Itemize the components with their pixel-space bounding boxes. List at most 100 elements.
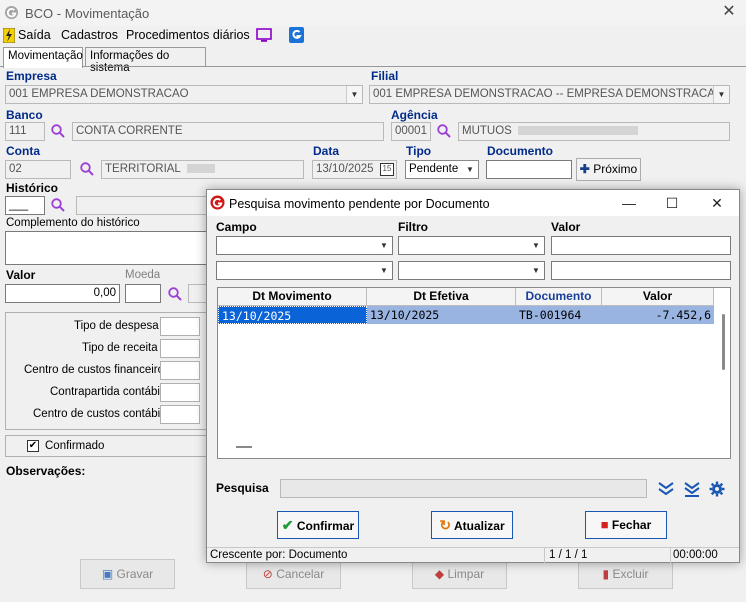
data-value: 13/10/2025 bbox=[316, 163, 374, 175]
menu-saida[interactable]: Saída bbox=[18, 28, 51, 42]
status-sort: Crescente por: Documento bbox=[207, 547, 545, 563]
search-icon[interactable] bbox=[51, 124, 65, 138]
filial-select[interactable]: 001 EMPRESA DEMONSTRACAO -- EMPRESA DEMO… bbox=[369, 85, 730, 104]
filial-label: Filial bbox=[371, 69, 399, 83]
centro-contabil-label: Centro de custos contábil bbox=[33, 408, 163, 420]
conta-code-input[interactable]: 02 bbox=[5, 160, 71, 179]
monitor-icon[interactable] bbox=[256, 28, 272, 43]
centro-contabil-input[interactable] bbox=[160, 405, 200, 424]
tipo-despesa-label: Tipo de despesa bbox=[74, 320, 159, 332]
g-logo-icon[interactable] bbox=[289, 27, 304, 43]
gravar-button[interactable]: ▣ Gravar bbox=[80, 559, 175, 589]
atualizar-button[interactable]: ↻ Atualizar bbox=[431, 511, 513, 539]
valor-input-2[interactable] bbox=[551, 261, 731, 280]
search-icon[interactable] bbox=[80, 162, 94, 176]
documento-input[interactable] bbox=[486, 160, 572, 179]
confirmado-label: Confirmado bbox=[45, 440, 105, 452]
search-icon[interactable] bbox=[437, 124, 451, 138]
complemento-label: Complemento do histórico bbox=[6, 217, 140, 229]
banco-name-field: CONTA CORRENTE bbox=[72, 122, 384, 141]
valor-input-1[interactable] bbox=[551, 236, 731, 255]
centro-financeiro-input[interactable] bbox=[160, 361, 200, 380]
excluir-button[interactable]: ▮ Excluir bbox=[578, 559, 673, 589]
chevron-down-icon[interactable]: ▼ bbox=[346, 86, 362, 103]
tab-informacoes-sistema[interactable]: Informações do sistema bbox=[85, 47, 206, 74]
confirmado-checkbox[interactable]: ✔ bbox=[27, 440, 39, 452]
tipo-value: Pendente bbox=[409, 163, 459, 175]
redacted-text bbox=[517, 126, 638, 136]
banco-code-input[interactable]: 111 bbox=[5, 122, 45, 141]
conta-label: Conta bbox=[6, 144, 40, 158]
contrapartida-label: Contrapartida contábil bbox=[50, 386, 163, 398]
dialog-title: Pesquisa movimento pendente por Document… bbox=[229, 197, 490, 211]
column-header-dt-efetiva[interactable]: Dt Efetiva bbox=[367, 288, 516, 306]
confirmar-button[interactable]: ✔ Confirmar bbox=[277, 511, 359, 539]
complemento-textarea[interactable] bbox=[5, 231, 215, 265]
contrapartida-input[interactable] bbox=[160, 383, 200, 402]
tipo-receita-label: Tipo de receita bbox=[82, 342, 158, 354]
cell-valor[interactable]: -7.452,6 bbox=[602, 306, 714, 324]
menubar: Saída Cadastros Procedimentos diários bbox=[0, 26, 746, 46]
tipo-receita-input[interactable] bbox=[160, 339, 200, 358]
pesquisa-input[interactable] bbox=[280, 479, 647, 498]
menu-cadastros[interactable]: Cadastros bbox=[61, 28, 118, 42]
cell-dt-movimento[interactable]: 13/10/2025 bbox=[218, 306, 367, 324]
campo-select-2[interactable]: ▼ bbox=[216, 261, 393, 280]
confirmar-label: Confirmar bbox=[296, 519, 355, 533]
empresa-select[interactable]: 001 EMPRESA DEMONSTRACAO ▼ bbox=[5, 85, 363, 104]
window-title: BCO - Movimentação bbox=[25, 6, 150, 21]
chevron-down-icon[interactable]: ▼ bbox=[528, 237, 544, 254]
campo-select-1[interactable]: ▼ bbox=[216, 236, 393, 255]
observacoes-label: Observações: bbox=[6, 464, 86, 478]
data-label: Data bbox=[313, 144, 340, 158]
gear-icon[interactable] bbox=[709, 481, 725, 497]
valor-input[interactable]: 0,00 bbox=[5, 284, 120, 303]
chevron-down-icon[interactable]: ▼ bbox=[376, 237, 392, 254]
horizontal-scrollbar-thumb[interactable] bbox=[236, 446, 252, 448]
search-icon[interactable] bbox=[168, 287, 182, 301]
cell-documento[interactable]: TB-001964 bbox=[516, 306, 602, 324]
gravar-label: Gravar bbox=[116, 567, 154, 581]
moeda-input[interactable] bbox=[125, 284, 161, 303]
column-header-documento[interactable]: Documento bbox=[516, 288, 602, 306]
menu-procedimentos-diarios[interactable]: Procedimentos diários bbox=[126, 28, 250, 42]
cell-dt-efetiva[interactable]: 13/10/2025 bbox=[367, 306, 516, 324]
pesquisa-label: Pesquisa bbox=[216, 481, 269, 495]
historico-code-input[interactable]: ___ bbox=[5, 196, 45, 215]
column-header-dt-movimento[interactable]: Dt Movimento bbox=[218, 288, 367, 306]
refresh-icon: ↻ bbox=[439, 517, 452, 533]
status-position: 1 / 1 / 1 bbox=[545, 547, 671, 563]
data-input[interactable]: 13/10/2025 15 bbox=[312, 160, 397, 179]
search-icon[interactable] bbox=[51, 198, 65, 212]
banco-label: Banco bbox=[6, 108, 43, 122]
vertical-scrollbar[interactable] bbox=[718, 306, 730, 458]
maximize-icon[interactable]: ☐ bbox=[662, 194, 682, 212]
cancelar-button[interactable]: ⊘ Cancelar bbox=[246, 559, 341, 589]
filtro-select-1[interactable]: ▼ bbox=[398, 236, 545, 255]
close-icon[interactable]: ✕ bbox=[707, 194, 727, 212]
chevron-down-icon[interactable]: ▼ bbox=[528, 262, 544, 279]
tab-movimentacao[interactable]: Movimentação bbox=[3, 47, 83, 68]
historico-label: Histórico bbox=[6, 181, 59, 195]
chevron-down-icon[interactable]: ▼ bbox=[713, 86, 729, 103]
scrollbar-thumb[interactable] bbox=[722, 314, 725, 370]
filtro-select-2[interactable]: ▼ bbox=[398, 261, 545, 280]
minimize-icon[interactable]: — bbox=[619, 194, 639, 212]
calendar-icon[interactable]: 15 bbox=[380, 163, 394, 176]
double-chevron-down-icon[interactable] bbox=[658, 482, 674, 496]
agencia-code-input[interactable]: 00001 bbox=[391, 122, 431, 141]
tipo-select[interactable]: Pendente ▼ bbox=[405, 160, 479, 179]
limpar-button[interactable]: ◆ Limpar bbox=[412, 559, 507, 589]
chevron-down-icon[interactable]: ▼ bbox=[376, 262, 392, 279]
centro-financeiro-label: Centro de custos financeiro bbox=[24, 364, 164, 376]
cancelar-label: Cancelar bbox=[276, 567, 325, 581]
proximo-button[interactable]: ✚ Próximo bbox=[576, 158, 641, 181]
fechar-button[interactable]: ■ Fechar bbox=[585, 511, 667, 539]
chevron-down-icon[interactable]: ▼ bbox=[462, 161, 478, 178]
tipo-despesa-input[interactable] bbox=[160, 317, 200, 336]
window-close-button[interactable]: ✕ bbox=[720, 3, 738, 21]
last-record-icon[interactable] bbox=[684, 482, 700, 497]
column-header-valor[interactable]: Valor bbox=[602, 288, 714, 306]
redacted-text bbox=[186, 164, 215, 174]
campo-label: Campo bbox=[216, 220, 257, 234]
